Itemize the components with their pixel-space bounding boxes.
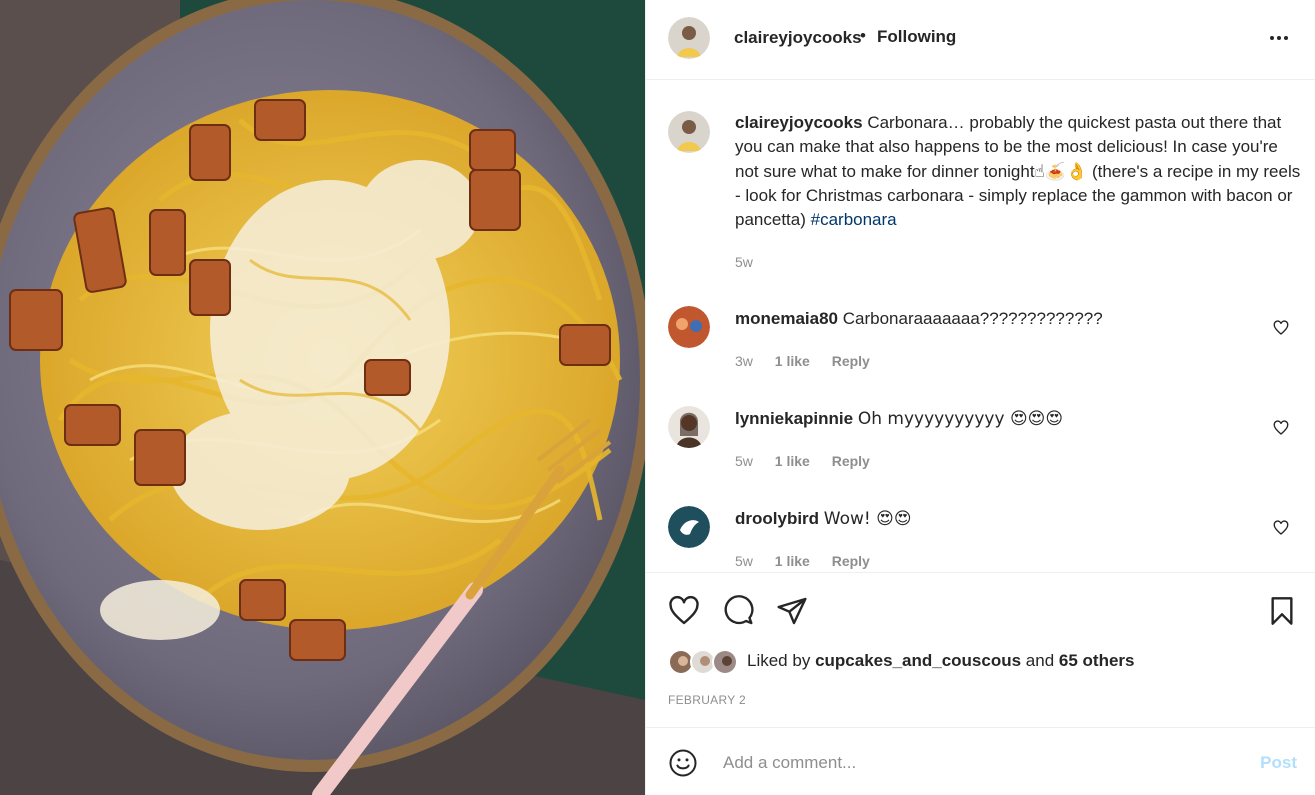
comments-scroll-area[interactable]: claireyjoycooks Carbonara… probably the … bbox=[646, 81, 1315, 572]
post-image[interactable] bbox=[0, 0, 645, 795]
likes-summary: Liked by cupcakes_and_couscous and 65 ot… bbox=[668, 649, 1288, 677]
post-actions: Liked by cupcakes_and_couscous and 65 ot… bbox=[646, 572, 1315, 727]
comment-item: monemaia80 Carbonaraaaaaaa????????????? … bbox=[668, 306, 1293, 386]
likes-connector: and bbox=[1025, 651, 1055, 670]
comment-like-icon[interactable] bbox=[1273, 520, 1289, 536]
caption-username[interactable]: claireyjoycooks bbox=[735, 113, 863, 132]
comment-likes[interactable]: 1 like bbox=[775, 453, 810, 469]
caption-timestamp[interactable]: 5w bbox=[735, 254, 753, 270]
likes-others-link[interactable]: 65 others bbox=[1059, 651, 1135, 670]
comment-time[interactable]: 5w bbox=[735, 553, 753, 569]
post-date[interactable]: FEBRUARY 2 bbox=[668, 693, 746, 707]
comment-text: Carbonaraaaaaaa????????????? bbox=[842, 309, 1103, 328]
add-comment-bar: Post bbox=[646, 727, 1315, 795]
caption-text: claireyjoycooks Carbonara… probably the … bbox=[735, 111, 1305, 232]
comment-username[interactable]: monemaia80 bbox=[735, 309, 838, 328]
comment-item: lynniekapinnie Oh myyyyyyyyyy 😍😍😍 5w 1 l… bbox=[668, 406, 1293, 486]
reply-button[interactable]: Reply bbox=[832, 453, 870, 469]
comment-like-icon[interactable] bbox=[1273, 320, 1289, 336]
comment-username[interactable]: droolybird bbox=[735, 509, 819, 528]
reply-button[interactable]: Reply bbox=[832, 353, 870, 369]
likes-prefix: Liked by bbox=[747, 651, 811, 670]
comment-item: droolybird Wow! 😍😍 5w 1 like Reply bbox=[668, 506, 1293, 572]
comment-likes[interactable]: 1 like bbox=[775, 553, 810, 569]
liker-username[interactable]: cupcakes_and_couscous bbox=[815, 651, 1021, 670]
smiley-icon[interactable] bbox=[668, 748, 698, 778]
author-avatar[interactable] bbox=[668, 17, 710, 59]
comment-body: lynniekapinnie Oh myyyyyyyyyy 😍😍😍 bbox=[735, 409, 1063, 429]
post-container: claireyjoycooks • Following claireyjoyco… bbox=[0, 0, 1315, 795]
commenter-avatar[interactable] bbox=[668, 506, 710, 548]
caption-avatar[interactable] bbox=[668, 111, 710, 153]
comment-time[interactable]: 5w bbox=[735, 453, 753, 469]
commenter-avatar[interactable] bbox=[668, 406, 710, 448]
post-header: claireyjoycooks • Following bbox=[646, 0, 1315, 80]
following-button[interactable]: Following bbox=[877, 27, 956, 47]
comment-meta: 3w 1 like Reply bbox=[735, 353, 888, 369]
comment-meta: 5w 1 like Reply bbox=[735, 553, 888, 569]
bookmark-icon[interactable] bbox=[1266, 595, 1298, 627]
commenter-avatar[interactable] bbox=[668, 306, 710, 348]
comment-username[interactable]: lynniekapinnie bbox=[735, 409, 853, 428]
liker-avatar[interactable] bbox=[712, 649, 738, 675]
post-comment-button[interactable]: Post bbox=[1260, 753, 1297, 773]
comment-likes[interactable]: 1 like bbox=[775, 353, 810, 369]
carbonara-photo bbox=[0, 0, 645, 795]
comment-icon[interactable] bbox=[722, 595, 754, 627]
comment-like-icon[interactable] bbox=[1273, 420, 1289, 436]
comment-text: Oh myyyyyyyyyy 😍😍😍 bbox=[857, 409, 1064, 429]
follow-separator: • bbox=[860, 26, 866, 45]
hashtag-link[interactable]: #carbonara bbox=[811, 210, 897, 229]
heart-icon[interactable] bbox=[668, 595, 700, 627]
reply-button[interactable]: Reply bbox=[832, 553, 870, 569]
comment-time[interactable]: 3w bbox=[735, 353, 753, 369]
comment-body: monemaia80 Carbonaraaaaaaa????????????? bbox=[735, 309, 1103, 329]
more-options-icon[interactable] bbox=[1267, 26, 1291, 50]
post-side-panel: claireyjoycooks • Following claireyjoyco… bbox=[645, 0, 1315, 795]
share-icon[interactable] bbox=[776, 595, 808, 627]
comment-meta: 5w 1 like Reply bbox=[735, 453, 888, 469]
comment-text: Wow! 😍😍 bbox=[823, 509, 912, 529]
comment-input[interactable] bbox=[721, 746, 1245, 780]
author-username[interactable]: claireyjoycooks bbox=[734, 28, 862, 48]
likes-text: Liked by cupcakes_and_couscous and 65 ot… bbox=[747, 651, 1134, 671]
comment-body: droolybird Wow! 😍😍 bbox=[735, 509, 912, 529]
